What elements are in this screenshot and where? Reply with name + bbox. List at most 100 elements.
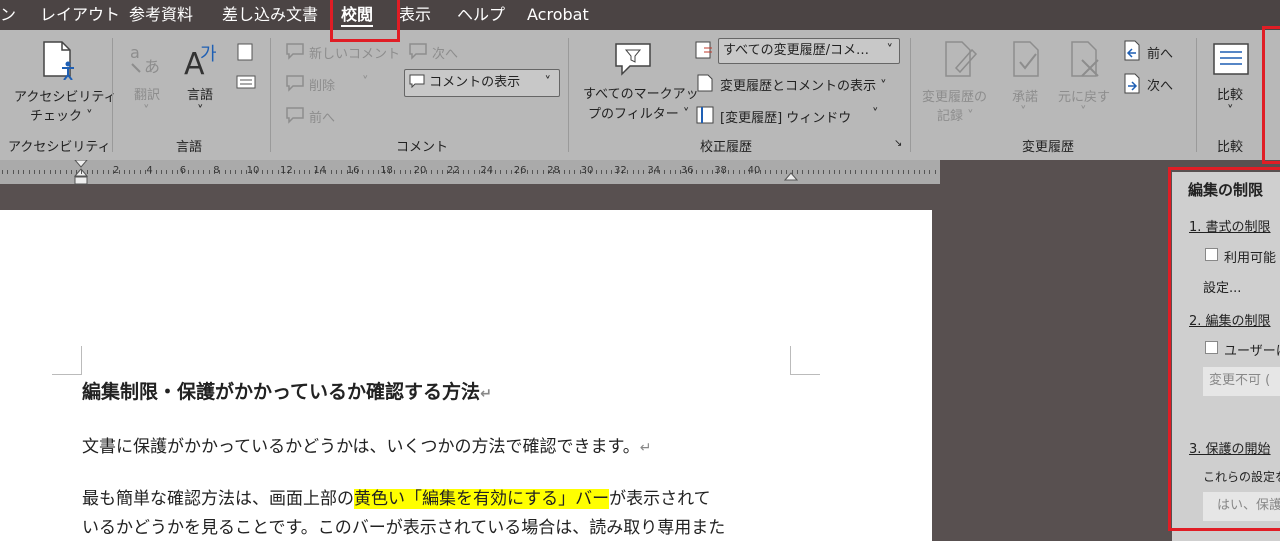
tab-mailings[interactable]: 差し込み文書 (222, 3, 318, 27)
ruler-tick (230, 170, 231, 174)
accept-icon[interactable] (1010, 40, 1044, 78)
document-page[interactable]: 編集制限・保護がかかっているか確認する方法↵ 文書に保護がかかっているかどうかは… (0, 210, 932, 541)
compare-chevron[interactable]: ˅ (1227, 104, 1234, 119)
reject-icon[interactable] (1068, 40, 1102, 78)
tab-help[interactable]: ヘルプ (457, 3, 505, 27)
show-markup-icon (697, 74, 713, 92)
reviewing-pane-chevron[interactable]: ˅ (872, 107, 879, 122)
tab-references[interactable]: 参考資料 (129, 3, 193, 27)
reject-chevron[interactable]: ˅ (1080, 105, 1087, 120)
translate-label[interactable]: 翻訳 (134, 84, 160, 103)
keyboard-icon[interactable] (236, 74, 256, 90)
markup-filter-label2[interactable]: プのフィルター ˅ (588, 103, 689, 122)
ruler-tick (802, 170, 803, 174)
show-markup-button[interactable]: 変更履歴とコメントの表示 ˅ (720, 75, 887, 94)
ruler-tick (177, 170, 178, 174)
track-changes-icon[interactable] (942, 40, 978, 78)
previous-comment-label[interactable]: 前へ (309, 107, 335, 126)
ruler-tick (103, 170, 104, 174)
formatting-checkbox[interactable] (1205, 248, 1218, 261)
delete-comment-label[interactable]: 削除 (309, 75, 335, 94)
accessibility-check-label1[interactable]: アクセシビリティ (14, 86, 117, 105)
margin-mark (52, 374, 82, 375)
delete-comment-icon[interactable] (285, 74, 305, 92)
accept-label[interactable]: 承諾 (1012, 86, 1038, 105)
ruler-tick (55, 170, 56, 174)
ruler-tick (66, 170, 67, 174)
ruler-tick (156, 170, 157, 174)
comment-icon (409, 74, 425, 89)
ruler-tick (919, 170, 920, 174)
ruler-tick (876, 170, 877, 174)
start-protection-button[interactable]: はい、保護 (1203, 492, 1280, 521)
editing-type-dropdown[interactable]: 変更不可 ( (1203, 367, 1280, 396)
dialog-launcher-icon[interactable]: ↘ (894, 138, 902, 149)
next-comment-label[interactable]: 次へ (432, 43, 458, 62)
tab-review[interactable]: 校閲 (341, 3, 374, 27)
editing-checkbox[interactable] (1205, 341, 1218, 354)
group-label-compare: 比較 (1217, 140, 1244, 155)
accept-chevron[interactable]: ˅ (1020, 105, 1027, 120)
translate-icon[interactable]: a あ (128, 42, 168, 76)
previous-change-label[interactable]: 前へ (1147, 43, 1173, 62)
track-changes-label1[interactable]: 変更履歴の (922, 86, 987, 105)
reject-label[interactable]: 元に戻す (1058, 86, 1110, 105)
ruler-tick (866, 170, 867, 174)
ruler-tick (134, 170, 135, 174)
markup-filter-icon[interactable] (612, 40, 654, 78)
ruler-tick (18, 170, 19, 174)
translate-chevron[interactable]: ˅ (143, 104, 150, 119)
ruler-tick (739, 170, 740, 174)
ruler-tick (596, 170, 597, 174)
margin-mark (81, 346, 82, 374)
markup-filter-label1[interactable]: すべてのマークアッ (583, 83, 699, 102)
separator (270, 38, 271, 152)
ruler-tick (611, 170, 612, 174)
ruler-tick (188, 170, 189, 174)
compare-label[interactable]: 比較 (1217, 84, 1243, 103)
horizontal-ruler[interactable]: 2 4 6 8 10 12 14 16 18 20 22 24 26 28 30 32 34 36 38 40 (0, 160, 940, 185)
tab-layout[interactable]: レイアウト (40, 3, 120, 27)
document-paragraph-2: 最も簡単な確認方法は、画面上部の黄色い「編集を有効にする」バーが表示されて (82, 484, 711, 509)
tab-partial[interactable]: ン (0, 3, 16, 27)
ruler-tick (495, 170, 496, 174)
separator (1196, 38, 1197, 152)
language-chevron[interactable]: ˅ (197, 104, 204, 119)
svg-text:あ: あ (144, 57, 160, 76)
reviewing-pane-button[interactable]: [変更履歴] ウィンドウ (720, 107, 851, 126)
ruler-tick (76, 170, 77, 174)
next-change-icon[interactable] (1122, 73, 1142, 95)
ruler-tick (813, 170, 814, 174)
compare-icon[interactable] (1212, 42, 1252, 78)
language-label[interactable]: 言語 (187, 84, 213, 103)
ribbon: アクセシビリティ チェック ˅ アクセシビリティ a あ 翻訳 ˅ A 가 言語… (0, 30, 1280, 160)
ruler-tick (124, 170, 125, 174)
ruler-tick (437, 170, 438, 174)
group-label-accessibility: アクセシビリティ (8, 140, 111, 155)
new-comment-icon[interactable] (285, 42, 305, 60)
next-change-label[interactable]: 次へ (1147, 75, 1173, 94)
track-changes-label2[interactable]: 記録 ˅ (937, 105, 974, 124)
settings-link[interactable]: 設定... (1203, 277, 1241, 296)
delete-comment-chevron[interactable]: ˅ (362, 75, 369, 90)
editing-option-label: ユーザーに (1224, 344, 1280, 359)
tab-view[interactable]: 表示 (399, 3, 431, 27)
accessibility-check-icon[interactable] (40, 40, 78, 80)
language-icon[interactable]: A 가 (182, 40, 222, 80)
ruler-tick (410, 170, 411, 174)
tab-acrobat[interactable]: Acrobat (527, 3, 589, 27)
ruler-tick (81, 170, 82, 174)
ruler-tick (908, 170, 909, 174)
markup-display-dropdown[interactable]: すべての変更履歴/コメ… ˅ (718, 38, 900, 64)
previous-change-icon[interactable] (1122, 40, 1142, 62)
accessibility-check-label2[interactable]: チェック ˅ (30, 105, 93, 124)
section-editing: 2. 編集の制限 (1189, 314, 1271, 329)
new-comment-label[interactable]: 新しいコメント (309, 43, 400, 62)
ruler-tick (601, 170, 602, 174)
ruler-tick (898, 170, 899, 174)
separator (112, 38, 113, 152)
show-comments-button[interactable]: コメントの表示 ˅ (404, 69, 560, 97)
word-count-icon[interactable] (236, 42, 256, 62)
next-comment-icon[interactable] (408, 42, 428, 60)
previous-comment-icon[interactable] (285, 106, 305, 124)
